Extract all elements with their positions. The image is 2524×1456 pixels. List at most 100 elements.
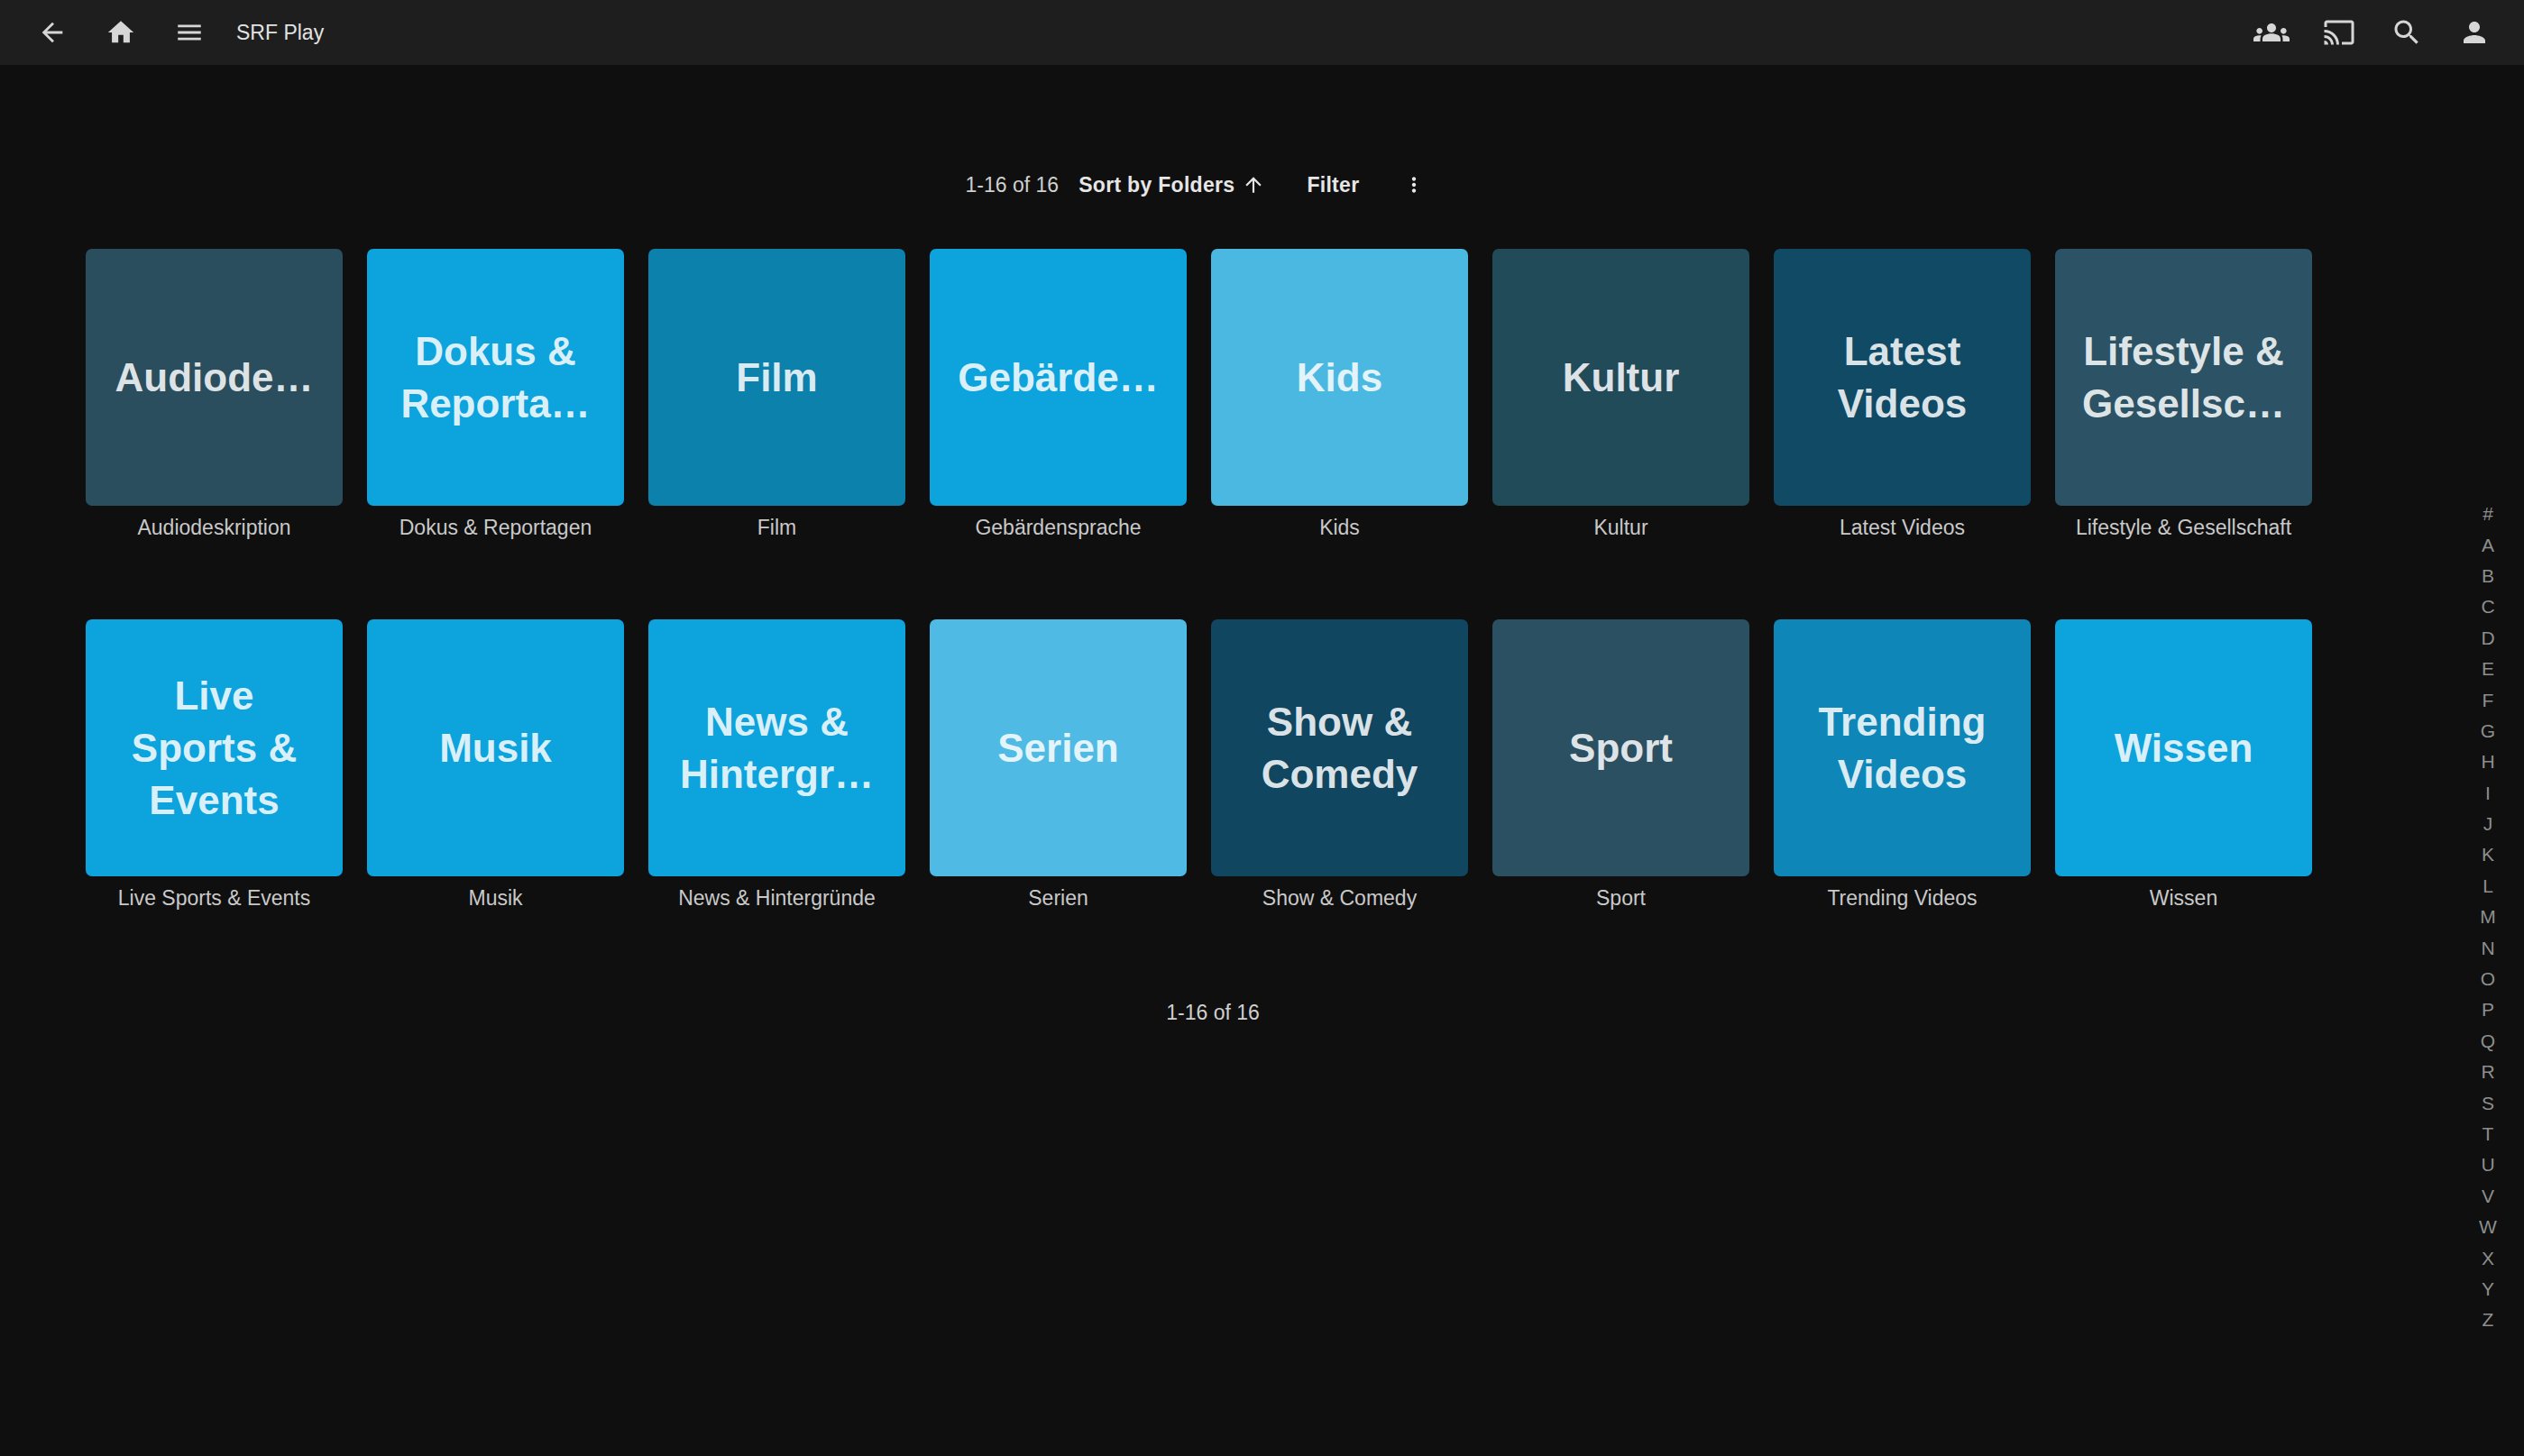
alpha-picker-letter[interactable]: V <box>2463 1181 2513 1212</box>
sort-button-label: Sort by Folders <box>1078 173 1234 197</box>
back-button[interactable] <box>18 0 87 65</box>
alpha-picker-letter[interactable]: B <box>2463 561 2513 591</box>
folder-card-box[interactable]: Audiode… <box>86 249 343 506</box>
alpha-picker-letter[interactable]: R <box>2463 1057 2513 1087</box>
sort-button[interactable]: Sort by Folders <box>1078 173 1265 197</box>
folder-card-box[interactable]: Sport <box>1492 619 1749 876</box>
alpha-picker-letter[interactable]: M <box>2463 902 2513 932</box>
filter-button[interactable]: Filter <box>1307 173 1359 197</box>
search-button[interactable] <box>2373 0 2440 65</box>
app-bar-left: SRF Play <box>0 0 324 65</box>
menu-icon <box>174 17 205 48</box>
alpha-picker-letter[interactable]: T <box>2463 1119 2513 1149</box>
sort-ascending-icon <box>1242 173 1265 197</box>
library-folder-card[interactable]: Dokus & Reporta… Dokus & Reportagen <box>367 249 624 542</box>
cast-button[interactable] <box>2305 0 2373 65</box>
filter-button-label: Filter <box>1307 173 1359 197</box>
alpha-picker: #ABCDEFGHIJKLMNOPQRSTUVWXYZ <box>2463 499 2513 1336</box>
folder-card-box[interactable]: Show & Comedy <box>1211 619 1468 876</box>
folder-card-box[interactable]: Musik <box>367 619 624 876</box>
alpha-picker-letter[interactable]: O <box>2463 964 2513 994</box>
library-folder-card[interactable]: Trending Videos Trending Videos <box>1774 619 2031 912</box>
folder-card-title: Show & Comedy <box>1262 696 1418 801</box>
folder-card-caption: Gebärdensprache <box>930 514 1187 542</box>
folder-card-title: Kids <box>1297 352 1382 404</box>
alpha-picker-letter[interactable]: J <box>2463 809 2513 839</box>
alpha-picker-letter[interactable]: I <box>2463 778 2513 809</box>
library-folder-card[interactable]: Gebärde… Gebärdensprache <box>930 249 1187 542</box>
alpha-picker-letter[interactable]: X <box>2463 1242 2513 1273</box>
folder-card-caption: Wissen <box>2055 884 2312 912</box>
overflow-menu-button[interactable] <box>1402 173 1426 197</box>
folder-card-title: Musik <box>439 722 552 774</box>
library-folder-card[interactable]: Sport Sport <box>1492 619 1749 912</box>
library-folder-card[interactable]: Live Sports & Events Live Sports & Event… <box>86 619 343 912</box>
folder-card-caption: Show & Comedy <box>1211 884 1468 912</box>
folder-card-title: Wissen <box>2115 722 2253 774</box>
library-grid: Audiode… Audiodeskription Dokus & Report… <box>86 249 2312 912</box>
alpha-picker-letter[interactable]: G <box>2463 716 2513 746</box>
folder-card-box[interactable]: Dokus & Reporta… <box>367 249 624 506</box>
user-button[interactable] <box>2440 0 2508 65</box>
alpha-picker-letter[interactable]: K <box>2463 839 2513 870</box>
alpha-picker-letter[interactable]: P <box>2463 994 2513 1025</box>
item-count: 1-16 of 16 <box>966 173 1060 197</box>
alpha-picker-letter[interactable]: C <box>2463 591 2513 622</box>
folder-card-title: Lifestyle & Gesellsc… <box>2082 325 2285 430</box>
folder-card-caption: Kultur <box>1492 514 1749 542</box>
folder-card-title: Film <box>736 352 817 404</box>
alpha-picker-letter[interactable]: S <box>2463 1087 2513 1118</box>
alpha-picker-letter[interactable]: # <box>2463 499 2513 529</box>
controls-bar: 1-16 of 16 Sort by Folders Filter <box>0 165 2409 205</box>
folder-card-title: News & Hintergr… <box>680 696 874 801</box>
alpha-picker-letter[interactable]: N <box>2463 932 2513 963</box>
app-bar-right <box>2237 0 2524 65</box>
folder-card-box[interactable]: Live Sports & Events <box>86 619 343 876</box>
folder-card-title: Live Sports & Events <box>132 670 297 827</box>
user-icon <box>2458 16 2491 49</box>
library-folder-card[interactable]: News & Hintergr… News & Hintergründe <box>648 619 905 912</box>
folder-card-caption: Dokus & Reportagen <box>367 514 624 542</box>
folder-card-box[interactable]: Gebärde… <box>930 249 1187 506</box>
folder-card-box[interactable]: News & Hintergr… <box>648 619 905 876</box>
folder-card-box[interactable]: Serien <box>930 619 1187 876</box>
library-folder-card[interactable]: Wissen Wissen <box>2055 619 2312 912</box>
folder-card-caption: Sport <box>1492 884 1749 912</box>
alpha-picker-letter[interactable]: W <box>2463 1212 2513 1242</box>
alpha-picker-letter[interactable]: U <box>2463 1149 2513 1180</box>
alpha-picker-letter[interactable]: L <box>2463 871 2513 902</box>
folder-card-box[interactable]: Lifestyle & Gesellsc… <box>2055 249 2312 506</box>
library-folder-card[interactable]: Lifestyle & Gesellsc… Lifestyle & Gesell… <box>2055 249 2312 542</box>
library-folder-card[interactable]: Audiode… Audiodeskription <box>86 249 343 542</box>
alpha-picker-letter[interactable]: Z <box>2463 1305 2513 1335</box>
library-folder-card[interactable]: Latest Videos Latest Videos <box>1774 249 2031 542</box>
folder-card-caption: Kids <box>1211 514 1468 542</box>
folder-card-box[interactable]: Kids <box>1211 249 1468 506</box>
alpha-picker-letter[interactable]: A <box>2463 529 2513 560</box>
library-folder-card[interactable]: Film Film <box>648 249 905 542</box>
library-folder-card[interactable]: Kultur Kultur <box>1492 249 1749 542</box>
home-button[interactable] <box>87 0 155 65</box>
library-folder-card[interactable]: Musik Musik <box>367 619 624 912</box>
library-folder-card[interactable]: Kids Kids <box>1211 249 1468 542</box>
search-icon <box>2391 16 2423 49</box>
alpha-picker-letter[interactable]: Q <box>2463 1026 2513 1057</box>
folder-card-box[interactable]: Latest Videos <box>1774 249 2031 506</box>
library-folder-card[interactable]: Show & Comedy Show & Comedy <box>1211 619 1468 912</box>
syncplay-button[interactable] <box>2237 0 2305 65</box>
folder-card-caption: Audiodeskription <box>86 514 343 542</box>
folder-card-box[interactable]: Kultur <box>1492 249 1749 506</box>
alpha-picker-letter[interactable]: H <box>2463 746 2513 777</box>
folder-card-box[interactable]: Film <box>648 249 905 506</box>
alpha-picker-letter[interactable]: F <box>2463 684 2513 715</box>
alpha-picker-letter[interactable]: E <box>2463 654 2513 684</box>
alpha-picker-letter[interactable]: D <box>2463 623 2513 654</box>
folder-card-caption: Latest Videos <box>1774 514 2031 542</box>
alpha-picker-letter[interactable]: Y <box>2463 1274 2513 1305</box>
menu-button[interactable] <box>155 0 224 65</box>
cast-icon <box>2323 16 2355 49</box>
folder-card-box[interactable]: Trending Videos <box>1774 619 2031 876</box>
vertical-dots-icon <box>1402 173 1426 197</box>
folder-card-box[interactable]: Wissen <box>2055 619 2312 876</box>
library-folder-card[interactable]: Serien Serien <box>930 619 1187 912</box>
